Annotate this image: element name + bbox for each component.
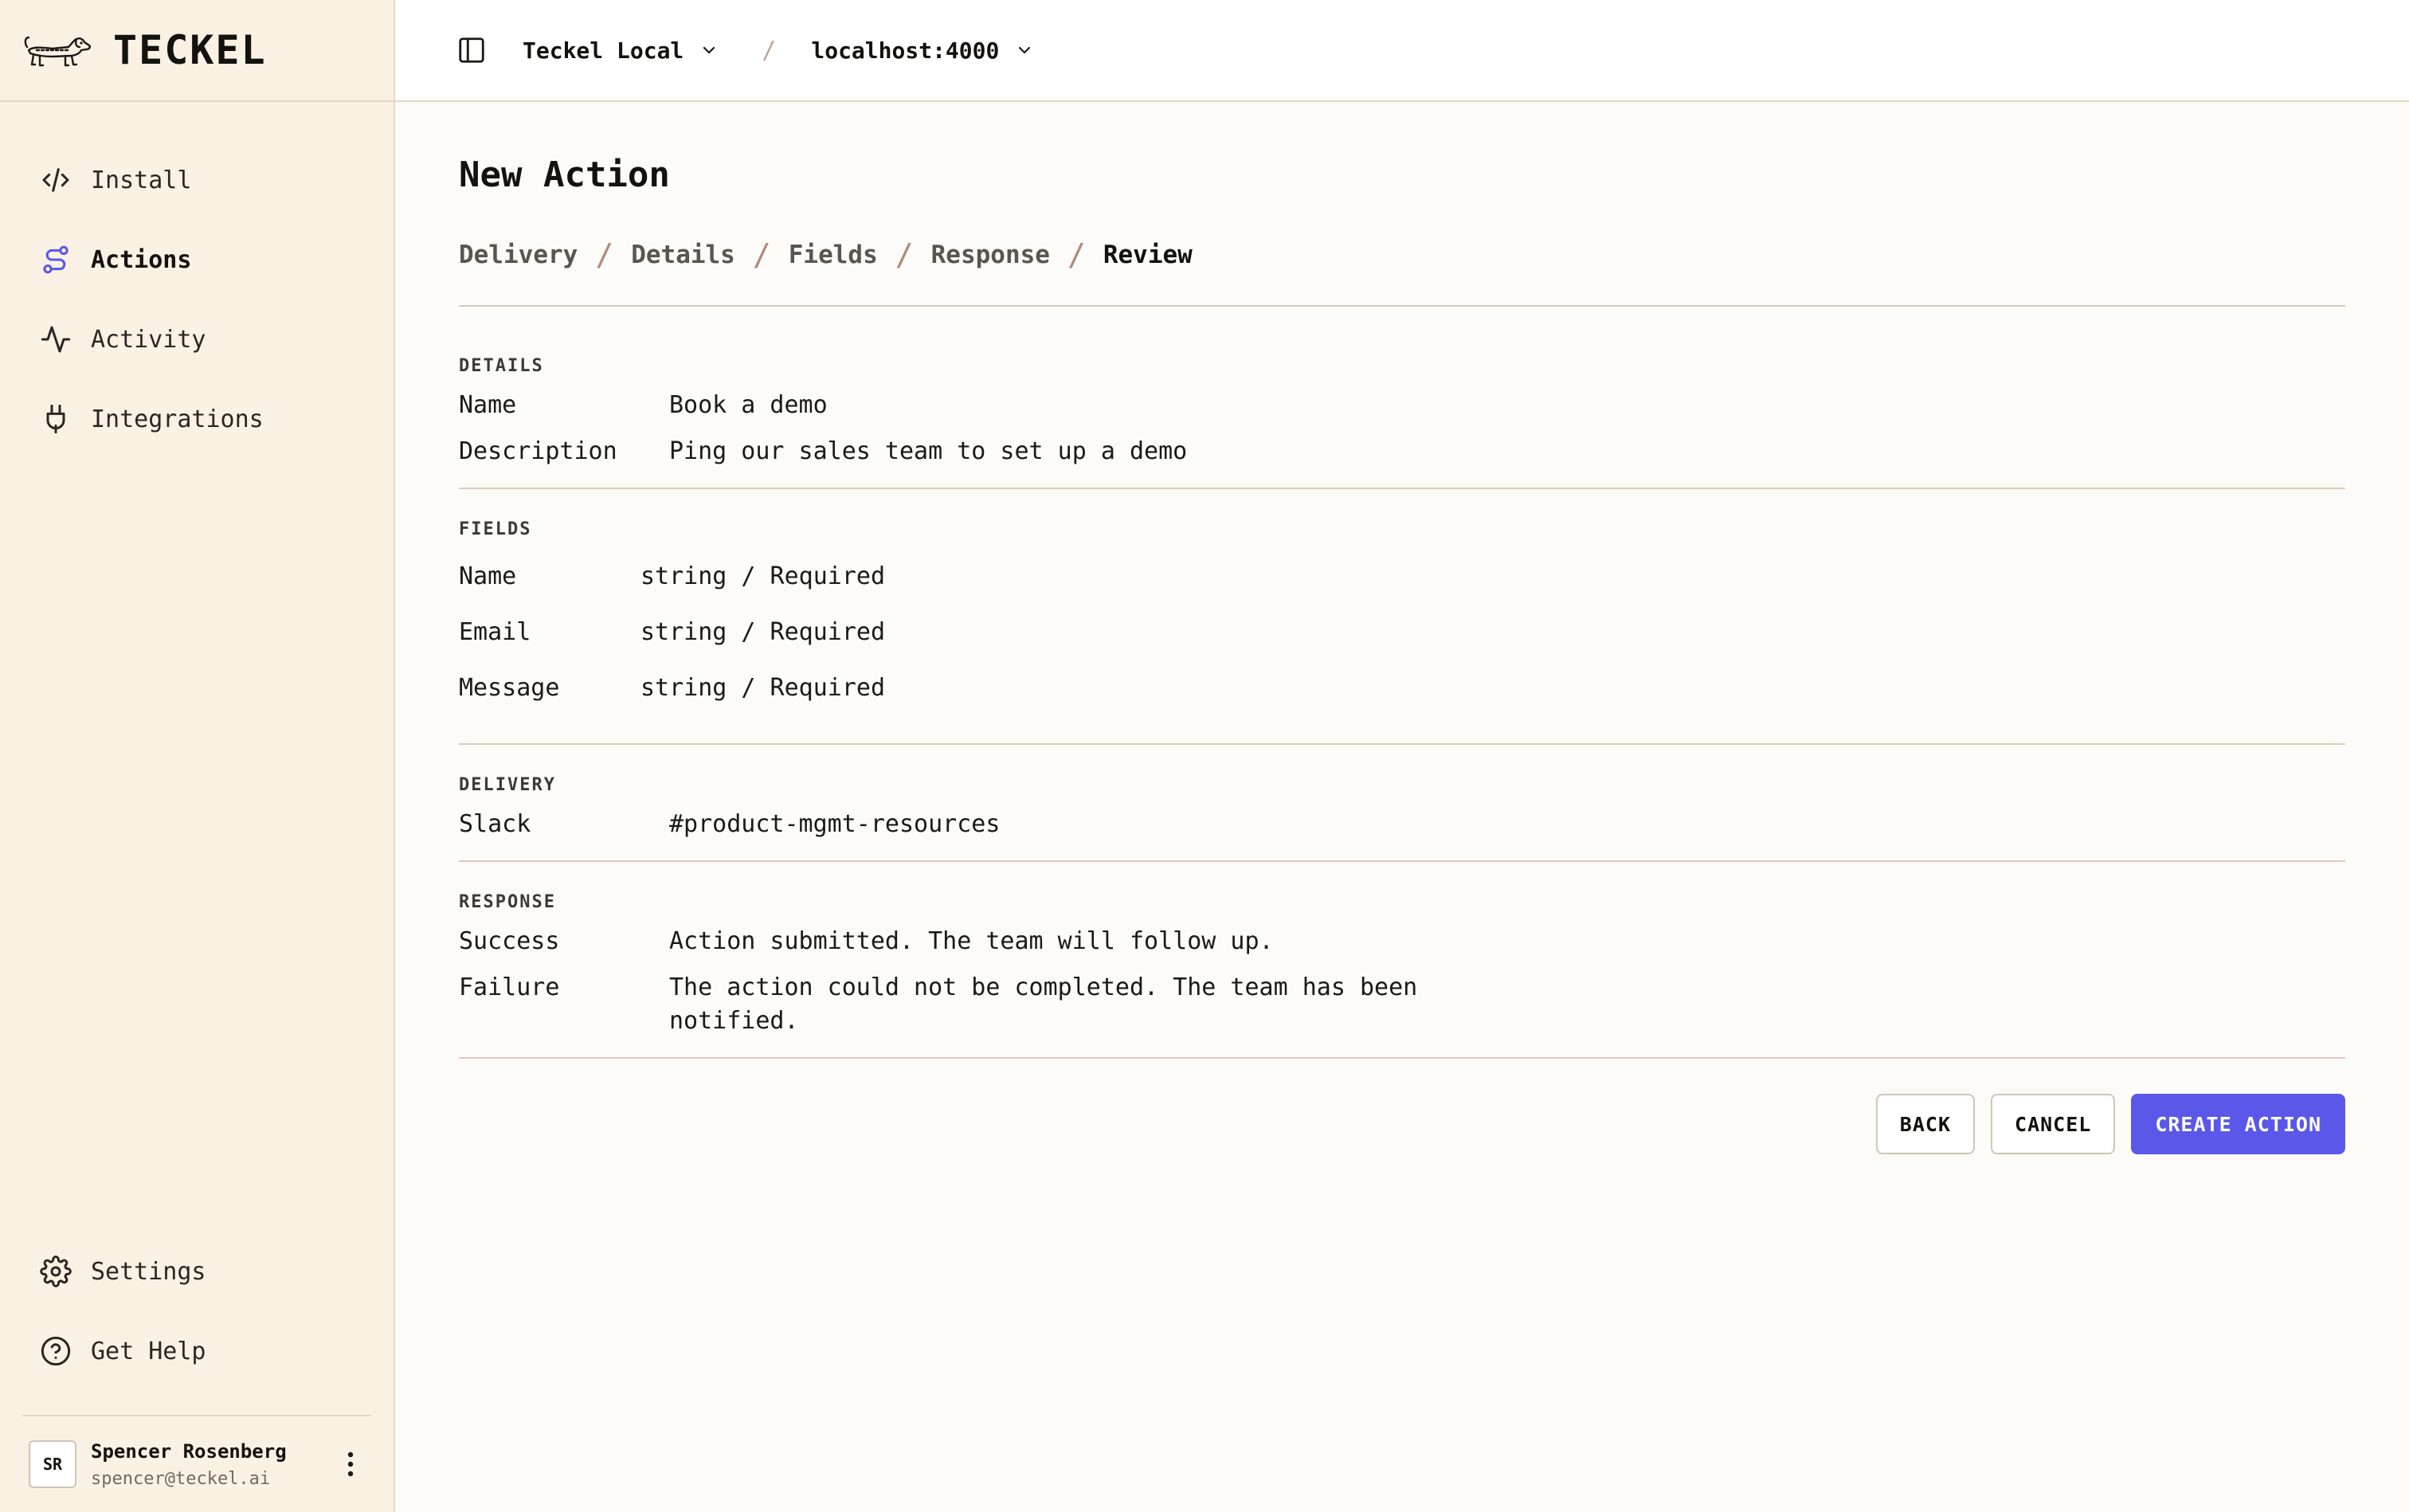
field-row: Email string / Required <box>459 616 2345 649</box>
field-row: Name string / Required <box>459 560 2345 593</box>
step-delivery[interactable]: Delivery <box>459 241 578 269</box>
section-heading: DELIVERY <box>459 775 556 795</box>
page-title: New Action <box>459 155 670 195</box>
step-separator: / <box>595 237 614 272</box>
user-info: Spencer Rosenberg spencer@teckel.ai <box>91 1440 335 1489</box>
delivery-channel: Slack <box>459 810 531 838</box>
step-fields[interactable]: Fields <box>789 241 878 269</box>
field-name: Name <box>459 562 517 590</box>
activity-icon <box>38 322 73 357</box>
user-menu: SR Spencer Rosenberg spencer@teckel.ai <box>22 1415 371 1512</box>
workspace-switcher[interactable]: Teckel Local <box>523 37 719 64</box>
sidebar-nav: Install Actions Activity Integrations <box>0 140 394 459</box>
section-heading: DETAILS <box>459 356 544 376</box>
more-vertical-icon[interactable] <box>335 1440 366 1488</box>
field-type: string / Required <box>640 618 886 646</box>
brand[interactable]: TECKEL <box>0 0 394 102</box>
response-key: Failure <box>459 973 560 1001</box>
sidebar-item-actions[interactable]: Actions <box>0 220 394 300</box>
field-type: string / Required <box>640 674 886 702</box>
sidebar-item-label: Install <box>91 166 192 194</box>
sidebar-bottom-nav: Settings Get Help <box>0 1232 394 1391</box>
response-section: RESPONSE Success Action submitted. The t… <box>459 862 2345 1059</box>
response-key: Success <box>459 927 560 955</box>
section-heading: RESPONSE <box>459 892 556 912</box>
detail-key: Name <box>459 391 517 419</box>
user-email: spencer@teckel.ai <box>91 1468 271 1489</box>
delivery-section: DELIVERY Slack #product-mgmt-resources <box>459 745 2345 862</box>
chevron-down-icon <box>1019 46 1031 54</box>
fields-section: FIELDS Name string / Required Email stri… <box>459 489 2345 745</box>
environment-name: localhost:4000 <box>811 37 1000 64</box>
chevron-down-icon <box>703 46 715 54</box>
detail-row: Description Ping our sales team to set u… <box>459 435 2345 468</box>
step-separator: / <box>1067 237 1086 272</box>
sidebar-item-settings[interactable]: Settings <box>0 1232 394 1311</box>
step-separator: / <box>895 237 914 272</box>
delivery-target: #product-mgmt-resources <box>669 810 1001 838</box>
dachshund-logo-icon <box>24 36 91 67</box>
sidebar-item-integrations[interactable]: Integrations <box>0 379 394 459</box>
sidebar-item-label: Get Help <box>91 1337 206 1365</box>
back-button[interactable]: BACK <box>1875 1094 1976 1154</box>
field-name: Email <box>459 618 531 646</box>
plug-icon <box>38 402 73 437</box>
sidebar-item-label: Actions <box>91 245 192 274</box>
user-name: Spencer Rosenberg <box>91 1440 287 1463</box>
cancel-button[interactable]: CANCEL <box>1991 1094 2116 1154</box>
wizard-steps: Delivery / Details / Fields / Response /… <box>459 221 2345 307</box>
sidebar-item-label: Integrations <box>91 405 264 433</box>
step-response[interactable]: Response <box>931 241 1050 269</box>
step-details[interactable]: Details <box>631 241 735 269</box>
response-row: Success Action submitted. The team will … <box>459 925 2345 958</box>
step-separator: / <box>752 237 771 272</box>
response-value: The action could not be completed. The t… <box>669 973 1418 1035</box>
create-action-button[interactable]: CREATE ACTION <box>2131 1094 2345 1154</box>
detail-row: Name Book a demo <box>459 389 2345 422</box>
sidebar: TECKEL Install Actions Activity Integrat… <box>0 0 395 1512</box>
sidebar-item-activity[interactable]: Activity <box>0 300 394 379</box>
delivery-row: Slack #product-mgmt-resources <box>459 808 2345 841</box>
detail-value: Ping our sales team to set up a demo <box>669 437 1188 465</box>
sidebar-item-install[interactable]: Install <box>0 140 394 220</box>
field-name: Message <box>459 674 560 702</box>
main-content: New Action Delivery / Details / Fields /… <box>459 102 2345 1154</box>
topbar: Teckel Local / localhost:4000 <box>395 0 2409 102</box>
response-row: Failure The action could not be complete… <box>459 971 2345 1038</box>
step-review[interactable]: Review <box>1103 241 1193 269</box>
brand-name: TECKEL <box>113 27 267 73</box>
gear-icon <box>38 1254 73 1289</box>
detail-key: Description <box>459 437 617 465</box>
breadcrumb-separator: / <box>762 36 777 65</box>
code-icon <box>38 163 73 198</box>
field-row: Message string / Required <box>459 672 2345 705</box>
details-section: DETAILS Name Book a demo Description Pin… <box>459 307 2345 489</box>
sidebar-item-label: Activity <box>91 325 206 354</box>
environment-switcher[interactable]: localhost:4000 <box>811 37 1034 64</box>
sidebar-item-label: Settings <box>91 1257 206 1286</box>
avatar[interactable]: SR <box>29 1440 76 1488</box>
field-type: string / Required <box>640 562 886 590</box>
help-icon <box>38 1334 73 1369</box>
route-icon <box>38 242 73 277</box>
section-heading: FIELDS <box>459 519 532 539</box>
form-actions: BACK CANCEL CREATE ACTION <box>459 1094 2345 1154</box>
sidebar-item-get-help[interactable]: Get Help <box>0 1311 394 1391</box>
sidebar-toggle-icon[interactable] <box>456 34 488 66</box>
workspace-name: Teckel Local <box>523 37 684 64</box>
response-value: Action submitted. The team will follow u… <box>669 927 1274 955</box>
detail-value: Book a demo <box>669 391 828 419</box>
